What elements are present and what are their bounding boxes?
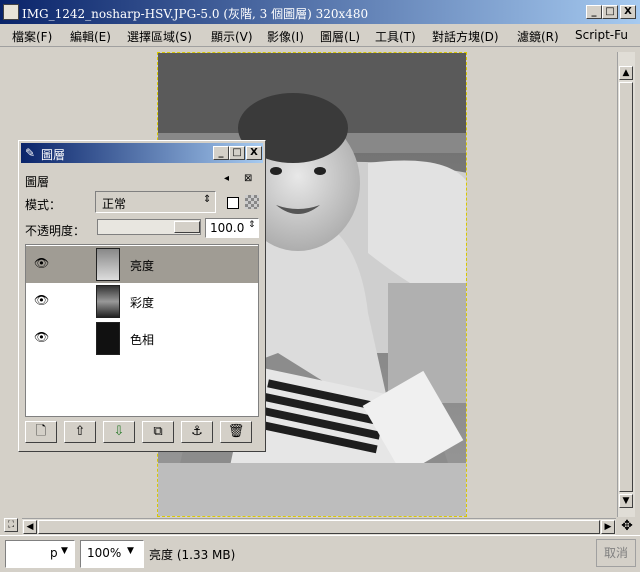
layer-list: 👁 亮度 👁 彩度 👁 色相	[25, 244, 259, 417]
menu-edit[interactable]: 編輯(E)	[70, 28, 111, 45]
app-icon	[3, 4, 19, 20]
new-layer-icon: 🗋	[35, 424, 47, 439]
opacity-field[interactable]: 100.0 ⇕	[205, 218, 259, 238]
layer-name: 色相	[130, 333, 155, 347]
horizontal-scroll-thumb[interactable]	[38, 520, 600, 534]
statusbar: p ▼ 100% ▼ 亮度 (1.33 MB) 取消	[0, 535, 640, 572]
chevron-down-icon: ▼	[61, 546, 68, 556]
opacity-value: 100.0	[210, 221, 245, 235]
dialog-minimize-button[interactable]: _	[213, 146, 229, 160]
cancel-button[interactable]: 取消	[596, 539, 636, 567]
mode-value: 正常	[102, 197, 127, 211]
menu-view[interactable]: 顯示(V)	[211, 28, 253, 45]
delete-layer-button[interactable]: 🗑	[220, 421, 252, 443]
menubar: 檔案(F) 編輯(E) 選擇區域(S) 顯示(V) 影像(I) 圖層(L) 工具…	[0, 24, 640, 47]
scroll-up-icon[interactable]: ▲	[619, 66, 633, 80]
eye-icon[interactable]: 👁	[34, 330, 49, 344]
menu-layer[interactable]: 圖層(L)	[320, 28, 360, 45]
tab-menu-icon[interactable]: ◂	[224, 173, 229, 184]
anchor-layer-icon: ⚓	[191, 424, 203, 439]
scroll-left-icon[interactable]: ◀	[23, 520, 37, 534]
scroll-right-icon[interactable]: ▶	[601, 520, 615, 534]
mode-select[interactable]: 正常 ⇕	[95, 191, 216, 213]
unit-select[interactable]: p ▼	[5, 540, 75, 568]
close-button[interactable]: X	[620, 5, 636, 19]
opacity-slider[interactable]	[97, 219, 201, 235]
layer-row[interactable]: 👁 彩度	[26, 283, 258, 320]
vertical-scroll-thumb[interactable]	[619, 82, 633, 492]
eye-icon[interactable]: 👁	[34, 256, 49, 270]
menu-select[interactable]: 選擇區域(S)	[127, 28, 192, 45]
duplicate-layer-icon: ⧉	[153, 424, 163, 439]
delete-layer-icon: 🗑	[227, 424, 245, 439]
zoom-value: 100%	[87, 546, 122, 560]
opacity-slider-handle[interactable]	[174, 221, 200, 233]
navigate-icon[interactable]: ✥	[618, 518, 636, 534]
dialog-title: 圖層	[41, 148, 66, 162]
quickmask-icon[interactable]: ⛶	[4, 518, 18, 532]
raise-layer-button[interactable]: ⇧	[64, 421, 96, 443]
horizontal-scrollbar[interactable]: ◀ ▶	[22, 518, 616, 535]
menu-file[interactable]: 檔案(F)	[12, 28, 52, 45]
dialog-close-button[interactable]: X	[246, 146, 262, 160]
menu-image[interactable]: 影像(I)	[267, 28, 304, 45]
menu-tools[interactable]: 工具(T)	[375, 28, 416, 45]
layers-dialog: ✎ 圖層 _ □ X 圖層 ◂ ⊠ 模式： 正常 ⇕ 不透明度： 100.0 ⇕…	[18, 140, 266, 452]
status-info: 亮度 (1.33 MB)	[149, 548, 236, 562]
keep-transparency-checkbox[interactable]	[227, 197, 239, 209]
dialog-maximize-button[interactable]: □	[229, 146, 245, 160]
anchor-layer-button[interactable]: ⚓	[181, 421, 213, 443]
transparency-icon	[245, 195, 259, 209]
lower-layer-button[interactable]: ⇩	[103, 421, 135, 443]
lower-layer-icon: ⇩	[113, 424, 125, 439]
dialog-close-icon[interactable]: ⊠	[244, 173, 252, 184]
minimize-button[interactable]: _	[586, 5, 602, 19]
duplicate-layer-button[interactable]: ⧉	[142, 421, 174, 443]
dialog-titlebar[interactable]: ✎ 圖層 _ □ X	[21, 143, 263, 163]
opacity-label: 不透明度：	[25, 224, 86, 238]
layer-row[interactable]: 👁 色相	[26, 320, 258, 357]
layer-name: 亮度	[130, 259, 155, 273]
menu-dialogs[interactable]: 對話方塊(D)	[432, 28, 499, 45]
mode-label: 模式：	[25, 198, 62, 212]
chevron-down-icon: ▼	[127, 546, 134, 556]
maximize-button[interactable]: □	[602, 5, 618, 19]
layer-thumbnail	[96, 285, 120, 318]
raise-layer-icon: ⇧	[74, 424, 86, 439]
menu-script-fu[interactable]: Script-Fu	[575, 28, 628, 42]
eye-icon[interactable]: 👁	[34, 293, 49, 307]
layer-thumbnail	[96, 322, 120, 355]
layer-thumbnail	[96, 248, 120, 281]
layer-name: 彩度	[130, 296, 155, 310]
menu-filters[interactable]: 濾鏡(R)	[517, 28, 559, 45]
scroll-down-icon[interactable]: ▼	[619, 494, 633, 508]
new-layer-button[interactable]: 🗋	[25, 421, 57, 443]
dialog-heading: 圖層	[25, 175, 50, 189]
spin-arrows-icon[interactable]: ⇕	[248, 220, 256, 230]
zoom-select[interactable]: 100% ▼	[80, 540, 144, 568]
vertical-scrollbar[interactable]: ▲ ▼	[617, 52, 635, 517]
window-titlebar[interactable]: IMG_1242_nosharp-HSV.JPG-5.0 (灰階, 3 個圖層)…	[0, 0, 640, 24]
window-title: IMG_1242_nosharp-HSV.JPG-5.0 (灰階, 3 個圖層)…	[22, 7, 369, 21]
layer-row[interactable]: 👁 亮度	[26, 246, 258, 283]
select-arrows-icon: ⇕	[203, 194, 212, 205]
unit-value: p	[50, 546, 58, 560]
brush-icon: ✎	[25, 146, 36, 160]
